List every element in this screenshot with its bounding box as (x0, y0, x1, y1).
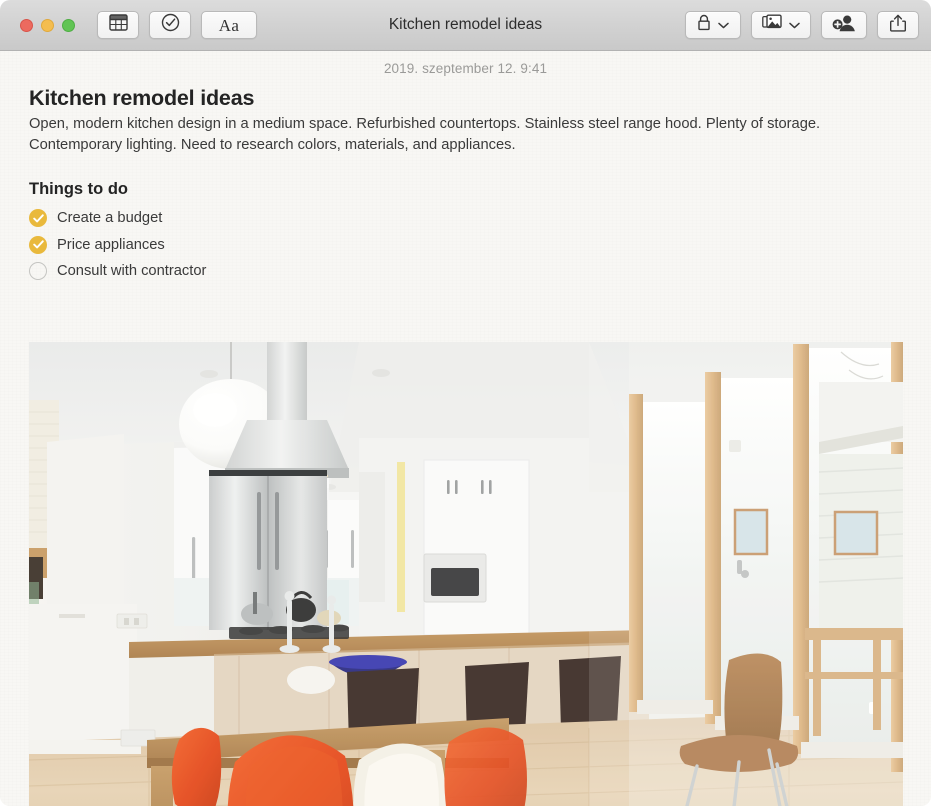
note-timestamp: 2019. szeptember 12. 9:41 (383, 61, 548, 76)
chevron-down-icon (789, 16, 800, 34)
note-body-paragraph: Open, modern kitchen design in a medium … (29, 116, 821, 153)
note-attachment-image[interactable] (29, 342, 903, 806)
list-item-label: Create a budget (57, 210, 163, 226)
media-photos-icon (762, 14, 782, 36)
minimize-button[interactable] (41, 18, 54, 32)
lock-note-button[interactable] (685, 11, 741, 39)
text-format-button[interactable]: Aa (201, 11, 257, 39)
checkbox-checked[interactable] (29, 209, 47, 227)
list-item-label: Consult with contractor (57, 263, 207, 279)
list-item[interactable]: Price appliances (29, 231, 903, 258)
table-icon (108, 14, 128, 36)
note-text-block: Kitchen remodel ideas Open, modern kitch… (0, 76, 931, 284)
toolbar-right-group (685, 11, 919, 39)
checkbox-checked[interactable] (29, 235, 47, 254)
kitchen-photo (29, 342, 903, 806)
close-button[interactable] (20, 18, 33, 32)
add-person-icon (832, 14, 856, 37)
list-item-label: Price appliances (57, 236, 165, 253)
checkmark-icon (32, 240, 44, 249)
note-content-area[interactable]: 2019. szeptember 12. 9:41 Kitchen remode… (0, 51, 931, 806)
notes-window: Aa Kitchen remodel ideas 2019. szeptembe… (0, 0, 931, 806)
text-format-icon: Aa (218, 15, 240, 35)
lock-icon (697, 14, 711, 36)
window-toolbar: Aa Kitchen remodel ideas (0, 0, 931, 51)
list-item[interactable]: Create a budget (29, 205, 903, 232)
checkbox-unchecked[interactable] (29, 262, 47, 280)
note-title: Kitchen remodel ideas (29, 86, 255, 110)
share-button[interactable] (877, 11, 919, 39)
window-controls (20, 18, 75, 32)
insert-media-button[interactable] (751, 11, 811, 39)
share-icon (890, 14, 906, 37)
insert-table-button[interactable] (97, 11, 139, 39)
checkmark-icon (32, 213, 44, 222)
add-people-button[interactable] (821, 11, 867, 39)
checklist-circle-icon (161, 13, 180, 37)
todo-list: Create a budget Price appliances Consult… (29, 205, 903, 285)
zoom-button[interactable] (62, 18, 75, 32)
toolbar-left-group: Aa (97, 11, 257, 39)
chevron-down-icon (718, 16, 729, 34)
section-heading-things-to-do: Things to do (29, 179, 128, 198)
list-item[interactable]: Consult with contractor (29, 258, 903, 285)
insert-checklist-button[interactable] (149, 11, 191, 39)
